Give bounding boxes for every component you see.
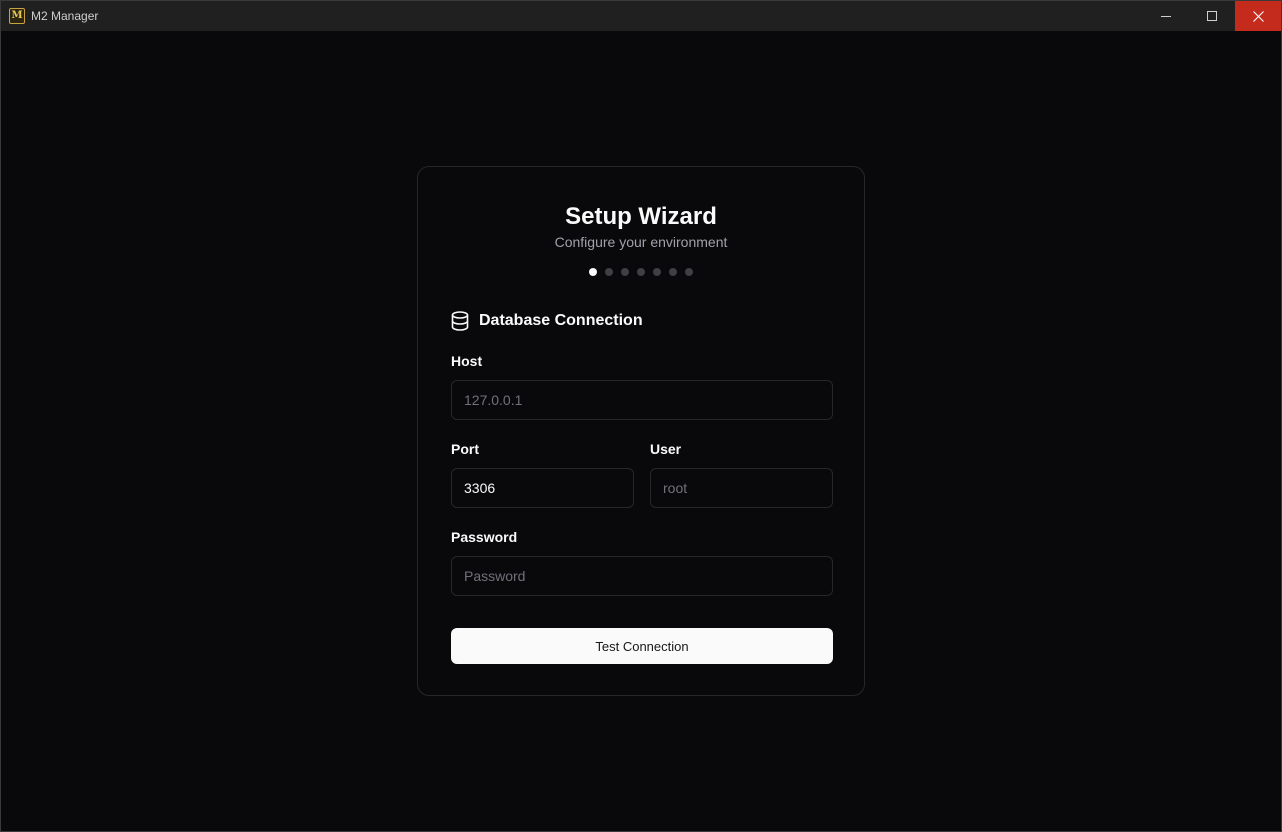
step-dot xyxy=(621,268,629,276)
app-window: M M2 Manager Setup Wizard Configure your… xyxy=(0,0,1282,832)
port-input[interactable] xyxy=(451,468,634,508)
step-dot xyxy=(685,268,693,276)
minimize-button[interactable] xyxy=(1143,1,1189,31)
section-title: Database Connection xyxy=(479,312,643,329)
test-connection-button[interactable]: Test Connection xyxy=(451,628,833,664)
database-icon xyxy=(451,311,469,331)
close-button[interactable] xyxy=(1235,1,1281,31)
step-dot xyxy=(637,268,645,276)
host-input[interactable] xyxy=(451,380,833,420)
password-label: Password xyxy=(451,529,518,545)
password-input[interactable] xyxy=(451,556,833,596)
wizard-title: Setup Wizard xyxy=(565,203,717,230)
title-bar[interactable]: M M2 Manager xyxy=(1,1,1281,31)
user-label: User xyxy=(650,441,682,457)
step-indicator xyxy=(418,268,864,276)
m2-logo-icon: M xyxy=(9,8,25,24)
section-header: Database Connection xyxy=(451,310,643,332)
setup-wizard-card: Setup Wizard Configure your environment … xyxy=(417,166,865,696)
window-title: M2 Manager xyxy=(31,9,99,23)
host-label: Host xyxy=(451,353,483,369)
minimize-icon xyxy=(1161,15,1171,17)
user-input[interactable] xyxy=(650,468,833,508)
maximize-button[interactable] xyxy=(1189,1,1235,31)
close-icon xyxy=(1252,10,1264,22)
wizard-subtitle: Configure your environment xyxy=(554,234,728,250)
maximize-icon xyxy=(1207,11,1217,21)
step-dot xyxy=(605,268,613,276)
port-label: Port xyxy=(451,441,479,457)
step-dot xyxy=(653,268,661,276)
step-dot xyxy=(589,268,597,276)
step-dot xyxy=(669,268,677,276)
